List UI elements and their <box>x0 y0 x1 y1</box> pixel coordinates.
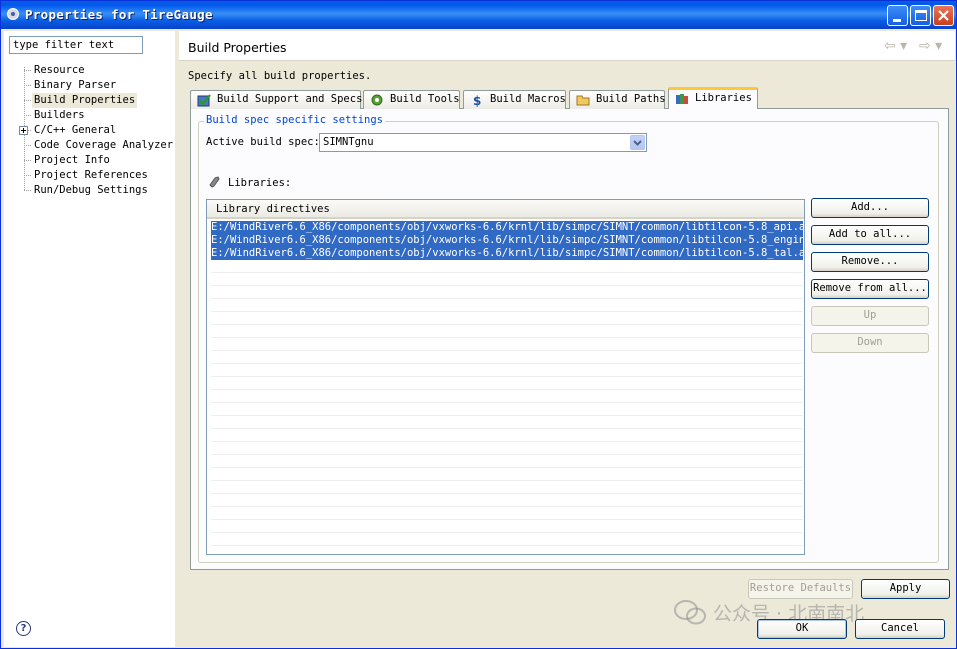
add-to-all-button[interactable]: Add to all... <box>811 225 929 245</box>
sidebar-item[interactable]: Resource <box>32 63 87 78</box>
library-directives-table[interactable]: Library directives E:/WindRiver6.6_X86/c… <box>206 199 805 555</box>
libraries-label: Libraries: <box>228 177 292 189</box>
wechat-icon <box>674 600 706 625</box>
close-icon <box>938 10 949 21</box>
table-row[interactable] <box>211 364 803 377</box>
close-button[interactable] <box>933 5 954 26</box>
maximize-icon <box>915 10 927 21</box>
sidebar: ResourceBinary ParserBuild PropertiesBui… <box>4 31 175 647</box>
forward-arrow-icon[interactable]: ⇨ ▾ <box>919 38 942 54</box>
properties-app-icon <box>7 8 19 20</box>
table-row[interactable] <box>211 494 803 507</box>
dollar-icon: $ <box>473 94 481 107</box>
page-description: Specify all build properties. <box>188 70 372 82</box>
table-row[interactable] <box>211 286 803 299</box>
active-spec-select[interactable]: SIMNTgnu <box>319 133 647 152</box>
table-row[interactable] <box>211 481 803 494</box>
table-row[interactable] <box>211 351 803 364</box>
tab-label: Build Paths <box>596 93 666 105</box>
table-row[interactable] <box>211 312 803 325</box>
tree-guide <box>24 190 31 191</box>
table-row[interactable] <box>211 390 803 403</box>
back-arrow-icon[interactable]: ⇦ ▾ <box>884 38 907 54</box>
tab-build-tools[interactable]: Build Tools <box>363 90 460 109</box>
table-row[interactable]: E:/WindRiver6.6_X86/components/obj/vxwor… <box>211 234 804 247</box>
table-row[interactable] <box>211 455 803 468</box>
active-spec-label: Active build spec: <box>206 136 320 148</box>
table-row[interactable] <box>211 273 803 286</box>
chevron-down-icon[interactable] <box>630 135 645 150</box>
remove-from-all-button[interactable]: Remove from all... <box>811 279 929 299</box>
table-row[interactable] <box>211 299 803 312</box>
table-header[interactable]: Library directives <box>207 200 804 219</box>
build-tools-icon <box>371 94 383 106</box>
minimize-icon <box>893 19 901 22</box>
table-row[interactable] <box>211 325 803 338</box>
active-spec-value: SIMNTgnu <box>323 136 374 148</box>
page-header: Build Properties ⇦ ▾ ⇨ ▾ <box>179 31 955 61</box>
sidebar-item[interactable]: Run/Debug Settings <box>32 183 150 198</box>
cancel-button[interactable]: Cancel <box>855 619 945 639</box>
sidebar-item[interactable]: Build Properties <box>32 93 138 108</box>
apply-button[interactable]: Apply <box>861 579 950 599</box>
sidebar-item[interactable]: Binary Parser <box>32 78 118 93</box>
table-row[interactable] <box>211 533 803 546</box>
sidebar-item[interactable]: Builders <box>32 108 87 123</box>
table-row[interactable]: E:/WindRiver6.6_X86/components/obj/vxwor… <box>211 247 804 260</box>
ok-button[interactable]: OK <box>757 619 847 639</box>
help-icon[interactable]: ? <box>16 621 31 636</box>
table-row[interactable] <box>211 403 803 416</box>
remove-button[interactable]: Remove... <box>811 252 929 272</box>
group-title: Build spec specific settings <box>204 114 386 126</box>
add-button[interactable]: Add... <box>811 198 929 218</box>
tab-build-macros[interactable]: $ Build Macros <box>463 90 566 109</box>
table-row[interactable] <box>211 520 803 533</box>
tab-build-paths[interactable]: Build Paths <box>569 90 666 109</box>
title-bar[interactable]: Properties for TireGauge <box>1 1 956 29</box>
column-header-library-directives[interactable]: Library directives <box>216 203 330 215</box>
table-row[interactable] <box>211 442 803 455</box>
svg-text:$: $ <box>473 94 481 107</box>
minimize-button[interactable] <box>887 5 908 26</box>
tab-label: Libraries <box>695 92 752 104</box>
tab-label: Build Tools <box>390 93 460 105</box>
build-support-icon <box>197 94 211 107</box>
tree-guide <box>24 160 31 161</box>
properties-dialog: Properties for TireGauge ResourceBinary … <box>0 0 957 649</box>
up-button[interactable]: Up <box>811 306 929 326</box>
tree-guide <box>24 115 31 116</box>
table-row[interactable] <box>211 338 803 351</box>
tab-build-support[interactable]: Build Support and Specs <box>190 90 363 109</box>
tree-guide <box>24 70 31 71</box>
sidebar-item[interactable]: Code Coverage Analyzer <box>32 138 175 153</box>
filter-input[interactable] <box>9 36 143 54</box>
folder-icon <box>576 95 590 106</box>
tab-libraries[interactable]: Libraries <box>668 87 758 109</box>
table-row[interactable] <box>211 468 803 481</box>
sidebar-item[interactable]: C/C++ General <box>32 123 118 138</box>
table-row[interactable] <box>211 507 803 520</box>
table-row[interactable] <box>211 416 803 429</box>
table-row[interactable] <box>211 546 803 554</box>
table-row[interactable] <box>211 377 803 390</box>
table-row[interactable]: E:/WindRiver6.6_X86/components/obj/vxwor… <box>211 221 804 234</box>
window-title: Properties for TireGauge <box>25 7 213 22</box>
tree-guide <box>24 145 31 146</box>
sidebar-item[interactable]: Project References <box>32 168 150 183</box>
tab-label: Build Support and Specs <box>217 93 363 105</box>
table-row[interactable] <box>211 260 803 273</box>
sidebar-item[interactable]: Project Info <box>32 153 112 168</box>
books-icon <box>676 94 688 104</box>
page-title: Build Properties <box>188 40 287 55</box>
libraries-icon <box>209 176 220 188</box>
table-row[interactable] <box>211 429 803 442</box>
restore-defaults-button[interactable]: Restore Defaults <box>748 579 853 599</box>
tree-guide <box>24 85 31 86</box>
expand-plus-icon[interactable] <box>19 126 28 135</box>
tree-guide <box>24 100 31 101</box>
down-button[interactable]: Down <box>811 333 929 353</box>
maximize-button[interactable] <box>910 5 931 26</box>
tree-guide <box>24 175 31 176</box>
tab-label: Build Macros <box>490 93 566 105</box>
